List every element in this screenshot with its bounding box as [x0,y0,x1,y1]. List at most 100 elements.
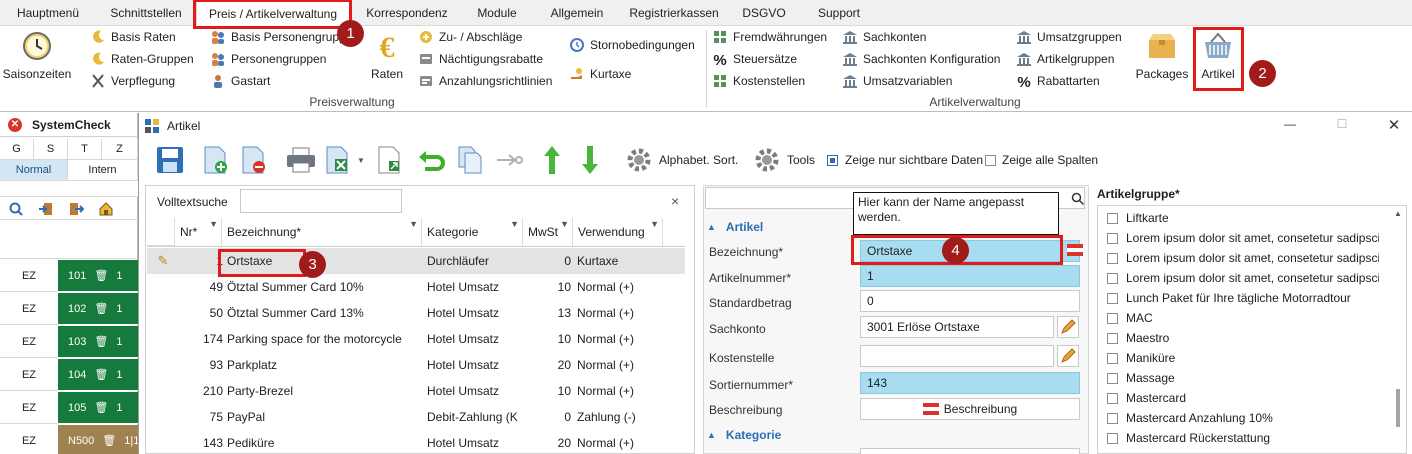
show-all-columns-toggle[interactable]: Zeige alle Spalten [985,143,1098,177]
export-button[interactable]: ▼ [323,143,365,177]
magnifier-icon[interactable] [8,201,24,217]
zu-abschlaege-button[interactable]: Zu- / Abschläge [418,27,522,47]
kurtaxe-button[interactable]: Kurtaxe [569,64,631,84]
save-button[interactable] [155,143,185,177]
pencil-icon[interactable] [1057,316,1079,338]
tools-button[interactable]: Tools [753,143,815,177]
trash-icon[interactable]: 🗑 [94,293,108,324]
sachkonten-konfiguration-button[interactable]: Sachkonten Konfiguration [842,49,1000,69]
copy-button[interactable] [455,143,485,177]
checkin-icon[interactable] [38,201,54,217]
mode-intern[interactable]: Intern [68,160,138,181]
table-row[interactable]: 143 Pediküre Hotel Umsatz 20 Normal (+) [147,430,685,454]
table-row[interactable]: 75 PayPal Debit-Zahlung (K 0 Zahlung (-) [147,404,685,430]
flag-icon[interactable] [1067,244,1083,256]
checkbox[interactable] [1107,372,1118,384]
trash-icon[interactable]: 🗑 [94,326,108,357]
menu-tab-module[interactable]: Module [462,0,532,26]
umsatzvariablen-button[interactable]: Umsatzvariablen [842,71,952,91]
checkbox[interactable] [1107,212,1118,224]
delete-record-button[interactable] [239,143,269,177]
room-cell[interactable]: 104 🗑 1 [58,359,138,391]
kostenstellen-button[interactable]: Kostenstellen [712,71,805,91]
room-row[interactable]: EZ 105 🗑 1 [0,392,138,424]
checkbox[interactable] [1107,312,1118,324]
section-kategorie-header[interactable]: ▲ Kategorie [707,428,781,442]
home-icon[interactable] [98,201,114,217]
sachkonto-input[interactable]: 3001 Erlöse Ortstaxe [860,316,1054,338]
table-row[interactable]: 50 Ötztal Summer Card 13% Hotel Umsatz 13 No… [147,300,685,326]
header-nr[interactable]: Nr* ▼ [175,218,222,246]
link-button[interactable] [495,143,525,177]
artikelgruppe-item[interactable]: Liftkarte [1107,211,1379,225]
dropdown-arrow-icon[interactable]: ▼ [357,156,365,165]
menu-tab-schnittstellen[interactable]: Schnittstellen [96,0,196,26]
verpflegung-button[interactable]: Verpflegung [90,71,175,91]
standardbetrag-input[interactable]: 0 [860,290,1080,312]
gastart-button[interactable]: Gastart [210,71,270,91]
checkbox[interactable] [1107,272,1118,284]
room-row[interactable]: EZ 102 🗑 1 [0,293,138,325]
artikelgruppe-item[interactable]: Maestro [1107,331,1379,345]
rabattarten-button[interactable]: % Rabattarten [1016,71,1099,91]
artikelgruppe-item[interactable]: Mastercard [1107,391,1379,405]
checkbox[interactable] [1107,432,1118,444]
artikelgruppe-item[interactable]: Mastercard Rückerstattung [1107,431,1379,445]
artikelnummer-input[interactable]: 1 [860,265,1080,287]
search-icon[interactable] [1071,192,1085,206]
artikelgruppe-item[interactable]: Lorem ipsum dolor sit amet, consetetur s… [1107,231,1379,245]
close-circle-icon[interactable]: ✕ [8,117,22,132]
artikelgruppen-button[interactable]: Artikelgruppen [1016,49,1114,69]
col-t[interactable]: T [68,139,102,160]
scroll-thumb[interactable] [1396,389,1400,427]
menu-tab-allgemein[interactable]: Allgemein [532,0,622,26]
room-row[interactable]: EZ N500 🗑 1|1 [0,425,139,454]
header-bezeichnung[interactable]: Bezeichnung* ▼ [222,218,422,246]
minimize-button[interactable]: — [1275,117,1305,131]
print-button[interactable] [285,143,317,177]
checkbox-checked[interactable] [827,154,838,166]
col-s[interactable]: S [34,139,68,160]
checkbox[interactable] [1107,232,1118,244]
room-cell[interactable]: N500 🗑 1|1 [58,425,139,454]
menu-tab-preis-artikelverwaltung[interactable]: Preis / Artikelverwaltung [196,0,350,27]
saisonzeiten-button[interactable]: Saisonzeiten [3,30,71,81]
col-g[interactable]: G [0,139,34,160]
sortiernummer-input[interactable]: 143 [860,372,1080,394]
checkbox-unchecked[interactable] [985,154,996,166]
raten-gruppen-button[interactable]: Raten-Gruppen [90,49,194,69]
menu-tab-support[interactable]: Support [802,0,876,26]
room-cell[interactable]: 105 🗑 1 [58,392,138,424]
trash-icon[interactable]: 🗑 [102,425,116,454]
alphabet-sort-button[interactable]: Alphabet. Sort. [625,143,738,177]
col-z[interactable]: Z [102,139,138,160]
filter-icon[interactable]: ▼ [510,210,519,238]
sachkonten-button[interactable]: Sachkonten [842,27,926,47]
basis-raten-button[interactable]: Basis Raten [90,27,176,47]
show-visible-toggle[interactable]: Zeige nur sichtbare Daten [827,143,983,177]
fremdwaehrungen-button[interactable]: Fremdwährungen [712,27,827,47]
beschreibung-button[interactable]: Beschreibung [860,398,1080,420]
header-mwst[interactable]: MwSt ▼ [523,218,573,246]
artikelgruppe-item[interactable]: Mastercard Anzahlung 10% [1107,411,1379,425]
table-row[interactable]: ✎ 1 Ortstaxe Durchläufer 0 Kurtaxe [147,248,685,274]
room-cell[interactable]: 102 🗑 1 [58,293,138,325]
room-row[interactable]: EZ 101 🗑 1 [0,260,138,292]
artikelgruppe-item[interactable]: MAC [1107,311,1379,325]
naechtigungsrabatte-button[interactable]: Nächtigungsrabatte [418,49,543,69]
undo-button[interactable] [417,143,447,177]
filter-icon[interactable]: ▼ [560,210,569,238]
menu-tab-dsgvo[interactable]: DSGVO [726,0,802,26]
table-row[interactable]: 210 Party-Brezel Hotel Umsatz 10 Normal (+) [147,378,685,404]
artikelgruppe-item[interactable]: Lorem ipsum dolor sit amet, consetetur s… [1107,271,1379,285]
stornobedingungen-button[interactable]: Stornobedingungen [569,35,695,55]
search-input[interactable] [240,189,402,213]
menu-tab-registrierkassen[interactable]: Registrierkassen [622,0,726,26]
mode-normal[interactable]: Normal [0,160,68,181]
artikelgruppe-item[interactable]: Lunch Paket für Ihre tägliche Motorradto… [1107,291,1379,305]
maximize-button[interactable]: ☐ [1327,117,1357,131]
artikelgruppe-item[interactable]: Lorem ipsum dolor sit amet, consetetur s… [1107,251,1379,265]
filter-icon[interactable]: ▼ [409,210,418,238]
room-row[interactable]: EZ 103 🗑 1 [0,326,138,358]
header-verwendung[interactable]: Verwendung ▼ [573,218,663,246]
